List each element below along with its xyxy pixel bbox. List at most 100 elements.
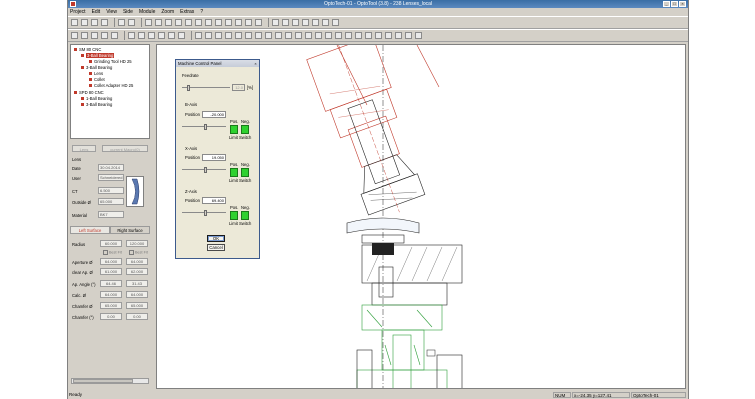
tree-item-bearing[interactable]: 3-Ball Bearing: [81, 102, 112, 107]
hatch-icon[interactable]: [345, 32, 352, 39]
b-axis-position-field[interactable]: -20.000: [202, 111, 226, 118]
cancel-button[interactable]: Cancel: [207, 244, 225, 251]
dimension-icon[interactable]: [315, 32, 322, 39]
slider-thumb[interactable]: [204, 210, 207, 216]
center-icon[interactable]: [178, 32, 185, 39]
axis-icon[interactable]: [101, 32, 108, 39]
layer-icon[interactable]: [275, 32, 282, 39]
document-icon[interactable]: [302, 19, 309, 26]
right-chamfer-diameter-field[interactable]: 65.000: [126, 302, 148, 309]
menu-view[interactable]: View: [106, 9, 117, 15]
open-folder-icon[interactable]: [81, 19, 88, 26]
current-macro-button[interactable]: current Macro(0): [102, 145, 148, 152]
calculator-icon[interactable]: [195, 19, 202, 26]
left-aperture-angle-field[interactable]: 64.46: [100, 280, 122, 287]
tree-item-collet[interactable]: Collet: [89, 77, 105, 82]
wrench-icon[interactable]: [128, 32, 135, 39]
export-icon[interactable]: [205, 19, 212, 26]
select-icon[interactable]: [195, 32, 202, 39]
date-field[interactable]: 30.04.2014: [98, 164, 124, 171]
print-icon[interactable]: [165, 19, 172, 26]
user-field[interactable]: Schneidered: [98, 174, 124, 181]
z-axis-slider[interactable]: [182, 210, 226, 216]
gear-icon[interactable]: [138, 32, 145, 39]
info-icon[interactable]: [81, 32, 88, 39]
right-aperture-field[interactable]: 64.000: [126, 258, 148, 265]
left-calc-diameter-field[interactable]: 64.000: [100, 291, 122, 298]
document-icon[interactable]: [312, 19, 319, 26]
save-icon[interactable]: [101, 19, 108, 26]
slider-thumb[interactable]: [204, 167, 207, 173]
x-axis-position-field[interactable]: 19.050: [202, 154, 226, 161]
zoom-out-icon[interactable]: [235, 32, 242, 39]
menu-edit[interactable]: Edit: [92, 9, 101, 15]
tree-item-lens[interactable]: Lens: [89, 71, 103, 76]
animation-icon[interactable]: [365, 32, 372, 39]
document-icon[interactable]: [272, 19, 279, 26]
left-chamfer-diameter-field[interactable]: 65.000: [100, 302, 122, 309]
outside-diameter-field[interactable]: 65.000: [98, 198, 124, 205]
copy-icon[interactable]: [145, 19, 152, 26]
menu-extras[interactable]: Extras: [180, 9, 194, 15]
left-aperture-field[interactable]: 64.000: [100, 258, 122, 265]
hatch-icon[interactable]: [335, 32, 342, 39]
menu-side[interactable]: Side: [123, 9, 133, 15]
settings-icon[interactable]: [185, 19, 192, 26]
zoom-in-icon[interactable]: [225, 32, 232, 39]
menu-project[interactable]: Project: [70, 9, 86, 15]
tree-item-machine[interactable]: SM 80 CNC: [74, 47, 101, 52]
right-chamfer-angle-field[interactable]: 0.00: [126, 313, 148, 320]
document-icon[interactable]: [322, 19, 329, 26]
ok-button[interactable]: OK: [207, 235, 225, 242]
report-icon[interactable]: [215, 19, 222, 26]
close-icon[interactable]: ×: [253, 61, 258, 66]
tree-item-bearing[interactable]: 1-Ball Bearing: [81, 96, 112, 101]
document-icon[interactable]: [292, 19, 299, 26]
grind-icon[interactable]: [158, 32, 165, 39]
right-clear-aperture-field[interactable]: 62.000: [126, 268, 148, 275]
slider-thumb[interactable]: [187, 85, 190, 91]
stop-icon[interactable]: [405, 32, 412, 39]
polish-icon[interactable]: [168, 32, 175, 39]
pin-icon[interactable]: [71, 32, 78, 39]
feedrate-field[interactable]: 12.0: [232, 84, 245, 91]
document-icon[interactable]: [282, 19, 289, 26]
tool-icon[interactable]: [128, 19, 135, 26]
tree-item-tool[interactable]: Grinding Tool HD 25: [89, 59, 132, 64]
animation-icon[interactable]: [375, 32, 382, 39]
section-icon[interactable]: [295, 32, 302, 39]
tab-left-surface[interactable]: Left Surface: [70, 226, 110, 234]
z-axis-position-field[interactable]: 69.400: [202, 197, 226, 204]
paste-icon[interactable]: [155, 19, 162, 26]
lens-icon[interactable]: [148, 32, 155, 39]
horizontal-scrollbar[interactable]: [71, 378, 149, 384]
dimension-icon[interactable]: [325, 32, 332, 39]
scrollbar-thumb[interactable]: [73, 379, 133, 383]
tab-right-surface[interactable]: Right Surface: [110, 226, 150, 234]
macro-icon[interactable]: [245, 19, 252, 26]
animation-icon[interactable]: [395, 32, 402, 39]
slider-thumb[interactable]: [204, 124, 207, 130]
layer-icon[interactable]: [285, 32, 292, 39]
left-best-fit-checkbox[interactable]: Best Fit: [103, 250, 122, 255]
zoom-fit-icon[interactable]: [245, 32, 252, 39]
list-icon[interactable]: [235, 19, 242, 26]
stop-icon[interactable]: [415, 32, 422, 39]
ct-field[interactable]: 6.500: [98, 187, 124, 194]
menu-module[interactable]: Module: [139, 9, 155, 15]
right-aperture-angle-field[interactable]: 31.43: [126, 280, 148, 287]
menu-help[interactable]: ?: [200, 9, 203, 15]
machine-tree[interactable]: SM 80 CNC 3-Ball Bearing Grinding Tool H…: [70, 44, 150, 139]
section-icon[interactable]: [305, 32, 312, 39]
material-field[interactable]: BK7: [98, 211, 124, 218]
new-file-icon[interactable]: [71, 19, 78, 26]
pointer-icon[interactable]: [91, 32, 98, 39]
preview-icon[interactable]: [175, 19, 182, 26]
tree-item-machine[interactable]: SPD 80 CNC: [74, 90, 104, 95]
animation-icon[interactable]: [385, 32, 392, 39]
minimize-button[interactable]: _: [663, 1, 670, 7]
delete-icon[interactable]: [91, 19, 98, 26]
left-chamfer-angle-field[interactable]: 0.00: [100, 313, 122, 320]
x-axis-slider[interactable]: [182, 167, 226, 173]
left-clear-aperture-field[interactable]: 61.000: [100, 268, 122, 275]
